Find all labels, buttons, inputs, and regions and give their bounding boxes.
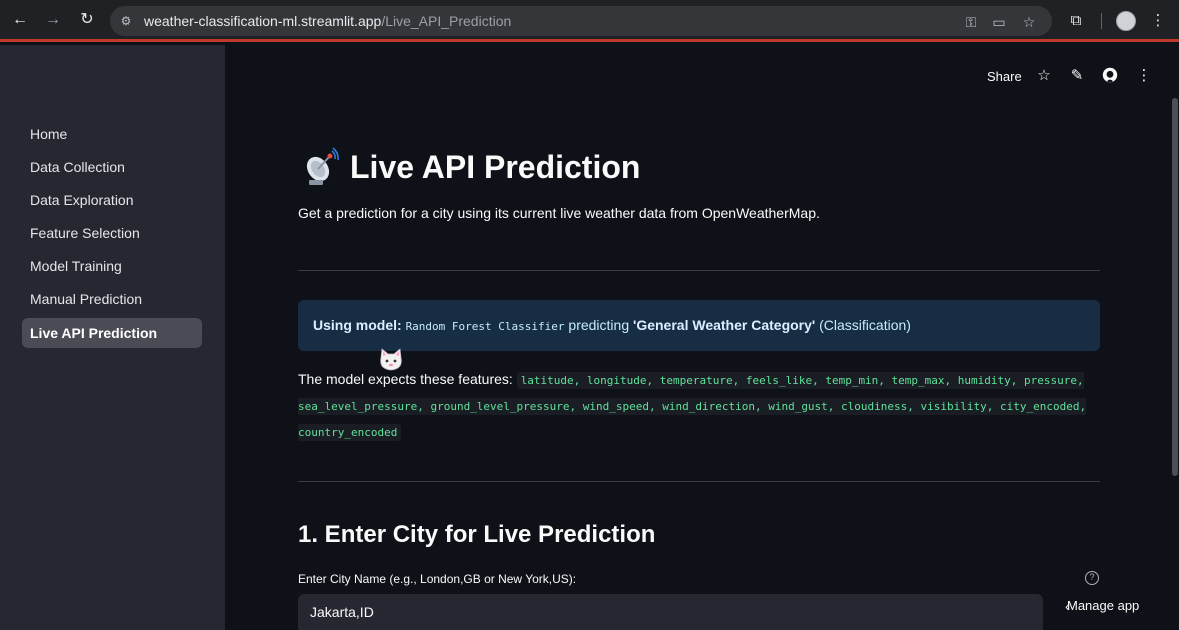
manage-app-button[interactable]: ‹ Manage app [1043, 588, 1179, 630]
sidebar-item-manual-prediction[interactable]: Manual Prediction [22, 284, 202, 314]
features-label: The model expects these features: [298, 371, 513, 387]
divider [298, 481, 1100, 482]
info-target: 'General Weather Category' [633, 317, 816, 333]
sidebar-item-home[interactable]: Home [22, 119, 202, 149]
help-icon[interactable]: ? [1085, 571, 1099, 585]
browser-toolbar: ← → ↻ ⚙ weather-classification-ml.stream… [0, 0, 1179, 42]
page-title: Live API Prediction [350, 149, 641, 185]
edit-icon[interactable]: ✎ [1068, 67, 1086, 85]
profile-avatar[interactable] [1116, 11, 1136, 31]
share-button[interactable]: Share [987, 69, 1022, 84]
sidebar: Home Data Collection Data Exploration Fe… [0, 45, 225, 630]
scrollbar[interactable] [1172, 98, 1178, 476]
bookmark-star-icon[interactable]: ☆ [1020, 13, 1038, 31]
main-content: Share ☆ ✎ ⋮ Live API Prediction Get a pr… [225, 45, 1179, 630]
info-suffix: (Classification) [819, 317, 911, 333]
divider [298, 270, 1100, 271]
browser-menu-icon[interactable]: ⋮ [1148, 11, 1168, 31]
reload-icon[interactable]: ↻ [77, 10, 97, 30]
features-paragraph: The model expects these features: latitu… [298, 367, 1108, 445]
satellite-antenna-icon [303, 147, 339, 187]
url-path: /Live_API_Prediction [381, 13, 512, 29]
manage-app-label: Manage app [1067, 598, 1140, 613]
forward-arrow-icon[interactable]: → [43, 10, 63, 30]
site-settings-icon[interactable]: ⚙ [118, 13, 134, 29]
page-subtitle: Get a prediction for a city using its cu… [298, 205, 820, 221]
github-icon[interactable] [1101, 67, 1119, 85]
address-bar[interactable]: ⚙ weather-classification-ml.streamlit.ap… [110, 6, 1052, 36]
sidebar-item-live-api-prediction[interactable]: Live API Prediction [22, 318, 202, 348]
url-text[interactable]: weather-classification-ml.streamlit.app/… [144, 13, 511, 29]
install-app-icon[interactable]: ▭ [990, 13, 1008, 31]
star-icon[interactable]: ☆ [1035, 67, 1053, 85]
sidebar-item-data-collection[interactable]: Data Collection [22, 152, 202, 182]
city-input-label: Enter City Name (e.g., London,GB or New … [298, 572, 577, 586]
key-icon[interactable]: ⚿ [962, 13, 980, 31]
toolbar-divider [1101, 13, 1102, 29]
info-model-name: Random Forest Classifier [405, 320, 565, 333]
section-heading: 1. Enter City for Live Prediction [298, 521, 656, 548]
extensions-icon[interactable]: ⧉ [1066, 11, 1086, 31]
more-options-icon[interactable]: ⋮ [1135, 67, 1153, 85]
sidebar-item-model-training[interactable]: Model Training [22, 251, 202, 281]
info-prefix: Using model: [313, 317, 402, 333]
sidebar-item-feature-selection[interactable]: Feature Selection [22, 218, 202, 248]
city-name-input[interactable] [298, 594, 1043, 630]
sidebar-item-data-exploration[interactable]: Data Exploration [22, 185, 202, 215]
url-host: weather-classification-ml.streamlit.app [144, 13, 382, 29]
chevron-left-icon: ‹ [1065, 598, 1070, 614]
model-info-box: Using model: Random Forest Classifier pr… [298, 300, 1100, 351]
back-arrow-icon[interactable]: ← [10, 10, 30, 30]
info-middle: predicting [568, 317, 630, 333]
